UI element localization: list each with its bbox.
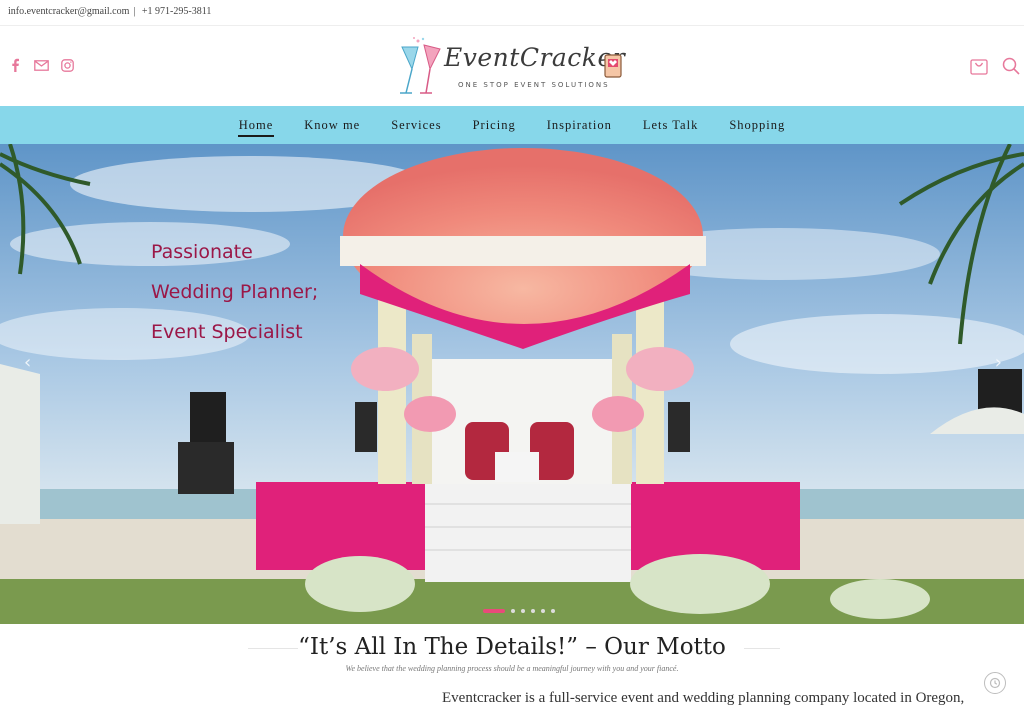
nav-services[interactable]: Services (376, 118, 457, 133)
nav-lets-talk[interactable]: Lets Talk (627, 118, 713, 133)
contact-email[interactable]: info.eventcracker@gmail.com (8, 6, 129, 17)
motto-section: “It’s All In The Details!” – Our Motto W… (0, 634, 1024, 673)
slider-dot[interactable] (521, 609, 525, 613)
motto-title: “It’s All In The Details!” – Our Motto (298, 634, 726, 660)
nav-know-me[interactable]: Know me (289, 118, 376, 133)
nav-shopping[interactable]: Shopping (714, 118, 801, 133)
top-bar: info.eventcracker@gmail.com | +1 971-295-… (0, 0, 1024, 26)
instagram-icon[interactable] (58, 57, 76, 73)
hero-slider: Passionate Wedding Planner; Event Specia… (0, 144, 1024, 624)
contact-phone[interactable]: +1 971-295-3811 (142, 6, 211, 17)
intro-text: Eventcracker is a full-service event and… (442, 690, 965, 706)
mail-icon[interactable] (32, 57, 50, 73)
book-icon (604, 54, 622, 78)
header-actions (970, 57, 1020, 80)
slider-dot[interactable] (511, 609, 515, 613)
site-header: EventCracker ONE STOP EVENT SOLUTIONS (0, 27, 1024, 106)
hero-line-1: Passionate (151, 241, 253, 263)
hero-heading: Passionate Wedding Planner; Event Specia… (151, 232, 318, 352)
slider-dots (483, 609, 555, 613)
hero-image (0, 144, 1024, 624)
logo-tagline: ONE STOP EVENT SOLUTIONS (458, 81, 610, 89)
cart-icon[interactable] (970, 57, 988, 80)
slider-dot[interactable] (541, 609, 545, 613)
social-links (6, 57, 76, 73)
hero-line-3: Event Specialist (151, 321, 303, 343)
search-icon[interactable] (1002, 57, 1020, 80)
motto-subtitle: We believe that the wedding planning pro… (345, 664, 679, 673)
nav-pricing[interactable]: Pricing (457, 118, 531, 133)
site-logo[interactable]: EventCracker ONE STOP EVENT SOLUTIONS (396, 35, 630, 99)
nav-home[interactable]: Home (223, 118, 289, 137)
slider-prev-arrow[interactable]: ‹ (24, 352, 31, 373)
contact-separator: | (133, 6, 136, 17)
slider-dot[interactable] (483, 609, 505, 613)
motto-divider-left (248, 648, 298, 649)
slider-dot[interactable] (551, 609, 555, 613)
logo-text: EventCracker (444, 43, 626, 72)
slider-next-arrow[interactable]: › (995, 352, 1002, 373)
contact-info: info.eventcracker@gmail.com | +1 971-295-… (8, 6, 215, 17)
motto-divider-right (744, 648, 780, 649)
hero-line-2: Wedding Planner; (151, 281, 319, 303)
main-nav: Home Know me Services Pricing Inspiratio… (0, 106, 1024, 144)
slider-dot[interactable] (531, 609, 535, 613)
nav-inspiration[interactable]: Inspiration (531, 118, 627, 133)
clock-icon[interactable] (984, 672, 1006, 694)
facebook-icon[interactable] (6, 57, 24, 73)
